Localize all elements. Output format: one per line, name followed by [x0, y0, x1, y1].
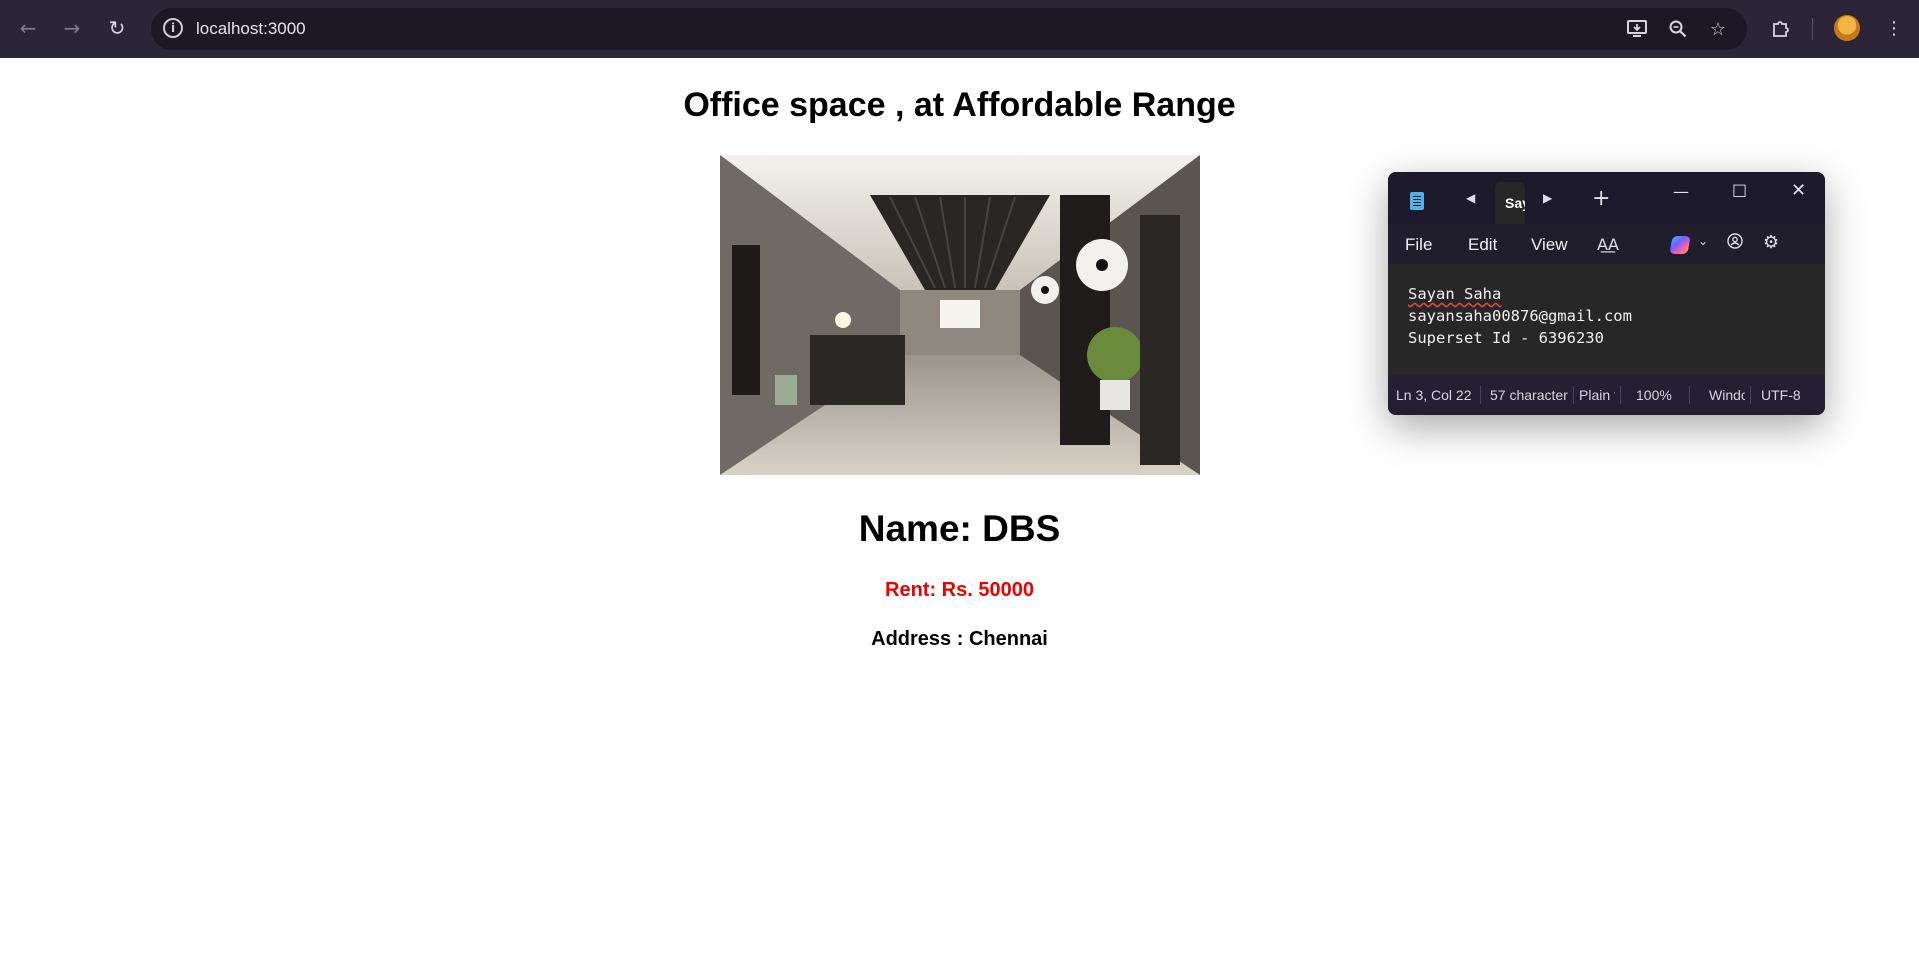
- copilot-icon[interactable]: [1669, 236, 1691, 254]
- editor-line-1: Sayan Saha: [1408, 285, 1501, 303]
- editor-line-2: sayansaha00876@gmail.com: [1408, 307, 1632, 325]
- menu-view[interactable]: View: [1531, 235, 1568, 255]
- reload-icon[interactable]: ↻: [103, 14, 131, 42]
- browser-toolbar: ← → ↻ i localhost:3000 ☆ ⋮: [0, 0, 1919, 58]
- status-zoom[interactable]: 100%: [1636, 387, 1676, 403]
- office-image: [720, 155, 1200, 475]
- editor-line-1-text: Sayan Saha: [1408, 285, 1502, 303]
- status-line-ending[interactable]: Windows (CRLF): [1709, 387, 1745, 403]
- office-name: Name: DBS: [858, 508, 1061, 549]
- zoom-icon[interactable]: [1664, 15, 1692, 43]
- site-info-icon[interactable]: i: [163, 18, 183, 38]
- status-divider: [1480, 386, 1481, 404]
- account-icon[interactable]: [1727, 233, 1743, 253]
- chevron-down-icon[interactable]: ⌄: [1698, 234, 1708, 248]
- office-address: Address : Chennai: [871, 628, 1048, 650]
- notepad-menubar: File Edit View A͟A ⌄ ⚙: [1388, 224, 1825, 264]
- back-arrow-icon[interactable]: ←: [14, 14, 42, 42]
- status-format[interactable]: Plain text: [1579, 387, 1615, 403]
- status-char-count: 57 characters: [1490, 387, 1568, 403]
- settings-gear-icon[interactable]: ⚙: [1763, 232, 1779, 253]
- status-divider: [1689, 386, 1690, 404]
- font-format-icon[interactable]: A͟A: [1597, 235, 1619, 254]
- tab-scroll-right-icon[interactable]: ▶: [1543, 191, 1552, 205]
- notepad-statusbar: Ln 3, Col 22 57 characters Plain text 10…: [1388, 375, 1825, 415]
- profile-avatar[interactable]: [1834, 15, 1860, 41]
- maximize-icon[interactable]: □: [1732, 180, 1747, 199]
- address-url[interactable]: localhost:3000: [196, 19, 306, 39]
- install-app-icon[interactable]: [1623, 15, 1651, 43]
- status-divider: [1620, 386, 1621, 404]
- notepad-app-icon: [1410, 192, 1424, 210]
- editor-line-3: Superset Id - 6396230: [1408, 329, 1604, 347]
- minimize-icon[interactable]: —: [1673, 182, 1689, 201]
- menu-file[interactable]: File: [1405, 235, 1432, 255]
- status-encoding[interactable]: UTF-8: [1761, 387, 1811, 403]
- bookmark-star-icon[interactable]: ☆: [1704, 15, 1732, 43]
- notepad-tab-label: Sayan Saha: [1505, 195, 1525, 211]
- menu-edit[interactable]: Edit: [1468, 235, 1497, 255]
- tab-scroll-left-icon[interactable]: ◀: [1466, 191, 1475, 205]
- notepad-titlebar[interactable]: ◀ Sayan Saha ▶ + — □ ✕: [1388, 172, 1825, 224]
- new-tab-icon[interactable]: +: [1592, 186, 1610, 211]
- office-lobby-illustration: [720, 155, 1200, 475]
- address-bar[interactable]: i localhost:3000 ☆: [151, 8, 1747, 50]
- toolbar-divider: [1812, 18, 1813, 40]
- status-divider: [1573, 386, 1574, 404]
- forward-arrow-icon[interactable]: →: [58, 14, 86, 42]
- notepad-editor[interactable]: Sayan Saha sayansaha00876@gmail.com Supe…: [1388, 264, 1825, 375]
- more-menu-icon[interactable]: ⋮: [1880, 14, 1908, 42]
- extensions-icon[interactable]: [1767, 14, 1795, 42]
- close-icon[interactable]: ✕: [1791, 180, 1806, 201]
- office-rent: Rent: Rs. 50000: [885, 579, 1034, 601]
- page-title: Office space , at Affordable Range: [683, 86, 1236, 124]
- notepad-window[interactable]: ◀ Sayan Saha ▶ + — □ ✕ File Edit View A͟…: [1388, 172, 1825, 415]
- status-divider: [1750, 386, 1751, 404]
- notepad-tab[interactable]: Sayan Saha: [1495, 182, 1525, 224]
- status-cursor-position: Ln 3, Col 22: [1396, 387, 1472, 403]
